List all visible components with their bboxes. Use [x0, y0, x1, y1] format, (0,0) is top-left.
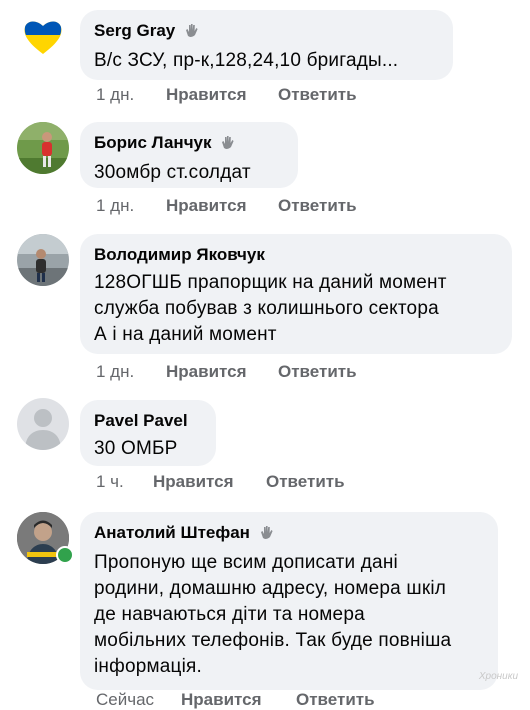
comment-text-line: мобільних телефонів. Так буде повніша [94, 630, 452, 651]
avatar[interactable] [17, 122, 69, 174]
comment-text-line: 128ОГШБ прапорщик на даний момент [94, 272, 447, 293]
comment-text-line: інформація. [94, 656, 202, 677]
comment-time[interactable]: 1 дн. [96, 196, 134, 216]
user-photo-icon [17, 122, 69, 174]
comment-text: 30 ОМБР [94, 438, 178, 459]
reply-button[interactable]: Ответить [278, 85, 357, 105]
comment-time[interactable]: 1 ч. [96, 472, 124, 492]
wave-hand-icon [184, 22, 200, 44]
comment-time[interactable]: 1 дн. [96, 362, 134, 382]
comment-time[interactable]: 1 дн. [96, 85, 134, 105]
comment-text-line: А і на даний момент [94, 324, 277, 345]
reply-button[interactable]: Ответить [296, 690, 375, 710]
like-button[interactable]: Нравится [166, 362, 247, 382]
comment-author[interactable]: Володимир Яковчук [94, 244, 498, 266]
comment-author[interactable]: Pavel Pavel [94, 410, 202, 432]
comment-author[interactable]: Serg Gray [94, 20, 439, 44]
online-status-indicator [56, 546, 74, 564]
avatar[interactable] [17, 10, 69, 62]
like-button[interactable]: Нравится [166, 85, 247, 105]
avatar[interactable] [17, 398, 69, 450]
reply-button[interactable]: Ответить [278, 196, 357, 216]
like-button[interactable]: Нравится [153, 472, 234, 492]
comment-bubble: Serg Gray В/с ЗСУ, пр-к,128,24,10 бригад… [80, 10, 453, 80]
comment-bubble: Pavel Pavel 30 ОМБР [80, 400, 216, 466]
comment-bubble: Анатолий Штефан Пропоную ще всим дописат… [80, 512, 498, 690]
ukraine-heart-avatar-icon [17, 10, 69, 62]
comment-text-line: родини, домашню адресу, номера шкіл [94, 578, 447, 599]
watermark: Хроники [478, 671, 518, 682]
comment-bubble: Володимир Яковчук 128ОГШБ прапорщик на д… [80, 234, 512, 354]
avatar[interactable] [17, 234, 69, 286]
comment-text: Пропоную ще всим дописати дані родини, д… [94, 550, 484, 680]
comment-text: 30омбр ст.солдат [94, 162, 251, 183]
comment-text: 128ОГШБ прапорщик на даний момент служба… [94, 270, 498, 348]
comment-author[interactable]: Анатолий Штефан [94, 522, 484, 546]
wave-hand-icon [220, 134, 236, 156]
reply-button[interactable]: Ответить [278, 362, 357, 382]
wave-hand-icon [259, 524, 275, 546]
comment-bubble: Борис Ланчук 30омбр ст.солдат [80, 122, 298, 188]
like-button[interactable]: Нравится [166, 196, 247, 216]
default-profile-icon [17, 398, 69, 450]
comment-text-line: де навчаються діти та номера [94, 604, 365, 625]
comment-text-line: Пропоную ще всим дописати дані [94, 552, 398, 573]
comment-time[interactable]: Сейчас [96, 690, 154, 710]
user-photo-icon [17, 234, 69, 286]
comment-author[interactable]: Борис Ланчук [94, 132, 284, 156]
like-button[interactable]: Нравится [181, 690, 262, 710]
comment-text: В/с ЗСУ, пр-к,128,24,10 бригады... [94, 50, 399, 71]
comment-text-line: служба побував з колишнього сектора [94, 298, 439, 319]
reply-button[interactable]: Ответить [266, 472, 345, 492]
